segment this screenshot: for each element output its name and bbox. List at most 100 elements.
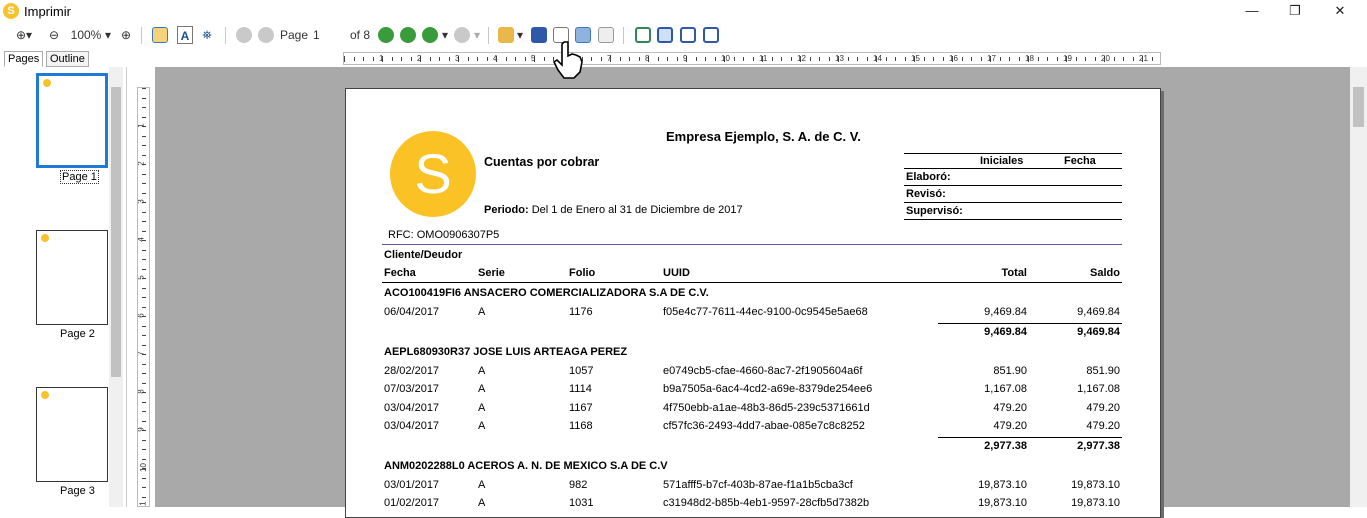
cell-folio: 1167: [569, 401, 593, 414]
cell-serie: A: [478, 364, 486, 377]
sig-header-date: Fecha: [1064, 155, 1096, 167]
zoom-level[interactable]: 100%: [68, 26, 104, 44]
cell-fecha: 03/04/2017: [384, 401, 440, 414]
ruler-tick: [1113, 57, 1115, 61]
ruler-mark: 10: [721, 54, 730, 63]
ruler-mark: 7: [607, 54, 612, 63]
ruler-tick: [619, 57, 621, 61]
tab-outline[interactable]: Outline: [46, 51, 89, 67]
multi-page-icon[interactable]: [703, 27, 719, 43]
ruler-tick: [676, 57, 678, 61]
ruler-tick: [142, 325, 146, 327]
signature-header: Iniciales Fecha: [904, 153, 1122, 169]
ruler-mark: 15: [911, 54, 920, 63]
ruler-tick: [942, 57, 944, 61]
scrollbar-thumb[interactable]: [111, 87, 121, 377]
thumbnail-page-3[interactable]: [36, 387, 108, 482]
ruler-tick: [885, 57, 887, 61]
ruler-tick: [1151, 57, 1153, 61]
cell-uuid: b9a7505a-6ac4-4cd2-a69e-8379de254ee6: [663, 383, 873, 395]
group-header: Cliente/Deudor: [384, 249, 463, 261]
cell-folio: 1114: [569, 383, 592, 395]
ruler-mark: 12: [797, 54, 806, 63]
next-page-icon[interactable]: [378, 27, 394, 43]
save-icon[interactable]: [531, 27, 547, 43]
col-saldo: Saldo: [1090, 267, 1120, 279]
ruler-tick: [1085, 57, 1086, 61]
ruler-tick: [895, 57, 896, 61]
scrollbar-thumb[interactable]: [1353, 87, 1364, 127]
app-icon: S: [3, 3, 19, 19]
period: Periodo: Del 1 de Enero al 31 de Diciemb…: [484, 204, 743, 216]
group-name: ANM0202288L0 ACEROS A. N. DE MEXICO S.A …: [384, 459, 668, 472]
maximize-button[interactable]: ❐: [1272, 0, 1318, 22]
thumbnail-scrollbar[interactable]: [109, 67, 123, 507]
ruler-tick: [142, 221, 146, 222]
hand-tool-icon[interactable]: [152, 27, 168, 43]
ruler-tick: [1094, 57, 1096, 61]
ruler-tick: [771, 57, 773, 61]
subtotal-saldo: 9,469.84: [1077, 325, 1120, 338]
text-select-icon[interactable]: A: [177, 26, 193, 44]
page-input[interactable]: 1: [313, 26, 345, 44]
single-page-icon[interactable]: [635, 27, 651, 43]
go-forward-dropdown-icon[interactable]: ▾: [472, 26, 482, 44]
go-back-icon[interactable]: [422, 27, 438, 43]
ruler-mark: 14: [873, 54, 882, 63]
ruler-tick: [752, 57, 754, 61]
zoom-fit-icon[interactable]: ⊕: [118, 26, 134, 44]
zoom-out-icon[interactable]: ⊖: [46, 26, 62, 44]
close-button[interactable]: ✕: [1317, 0, 1363, 22]
zoom-dropdown-icon[interactable]: ▾: [103, 26, 113, 44]
ruler-tick: [142, 297, 146, 298]
ruler-tick: [543, 57, 545, 61]
subtotal-line: [938, 436, 1122, 438]
ruler-mark: 16: [949, 54, 958, 63]
open-dropdown-icon[interactable]: ▾: [515, 26, 525, 44]
ruler-mark: 8: [645, 54, 650, 63]
cell-serie: A: [478, 383, 486, 395]
previous-page-icon[interactable]: [258, 27, 274, 43]
last-page-icon[interactable]: [400, 27, 416, 43]
ruler-mark: 2: [137, 161, 146, 166]
ruler-tick: [142, 183, 146, 184]
ruler-tick: [638, 57, 640, 61]
ruler-tick: [142, 268, 146, 270]
first-page-icon[interactable]: [236, 27, 252, 43]
minimize-button[interactable]: —: [1229, 0, 1275, 22]
ruler-mark: 17: [987, 54, 996, 63]
find-icon[interactable]: ⛯: [198, 26, 216, 44]
ruler-mark: 11: [138, 501, 148, 507]
thumbnail-page-1[interactable]: [36, 73, 108, 168]
open-folder-icon[interactable]: [498, 27, 514, 43]
ruler-tick: [401, 57, 402, 61]
col-fecha: Fecha: [384, 267, 416, 279]
ruler-tick: [667, 57, 668, 61]
ruler-tick: [828, 57, 830, 61]
thumbnail-page-2[interactable]: [36, 230, 108, 325]
thumbnail-panel: Page 1 Page 2 Page 3: [0, 67, 127, 507]
cell-saldo: 9,469.84: [1077, 306, 1120, 318]
ruler-tick: [142, 344, 146, 346]
ruler-tick: [961, 57, 963, 61]
two-page-icon[interactable]: [680, 27, 696, 43]
thumbnail-label: Page 2: [60, 328, 95, 340]
ruler-tick: [657, 57, 659, 61]
go-forward-icon[interactable]: [454, 27, 470, 43]
logo-icon: [43, 79, 51, 87]
tab-pages[interactable]: Pages: [4, 51, 44, 67]
cell-folio: 1176: [569, 306, 593, 318]
cell-fecha: 28/02/2017: [384, 364, 440, 377]
cell-folio: 1168: [569, 420, 593, 432]
quick-print-icon[interactable]: [598, 27, 614, 43]
continuous-page-icon[interactable]: [657, 27, 673, 43]
cell-fecha: 01/02/2017: [384, 497, 440, 509]
cell-folio: 982: [569, 478, 588, 491]
ruler-tick: [410, 57, 412, 61]
go-back-dropdown-icon[interactable]: ▾: [440, 26, 450, 44]
ruler-tick: [429, 57, 431, 61]
cell-total: 19,873.10: [978, 497, 1027, 509]
preview-scrollbar[interactable]: [1350, 67, 1367, 507]
ruler-mark: 1: [379, 54, 384, 63]
zoom-in-icon[interactable]: ⊕▾: [10, 26, 38, 44]
